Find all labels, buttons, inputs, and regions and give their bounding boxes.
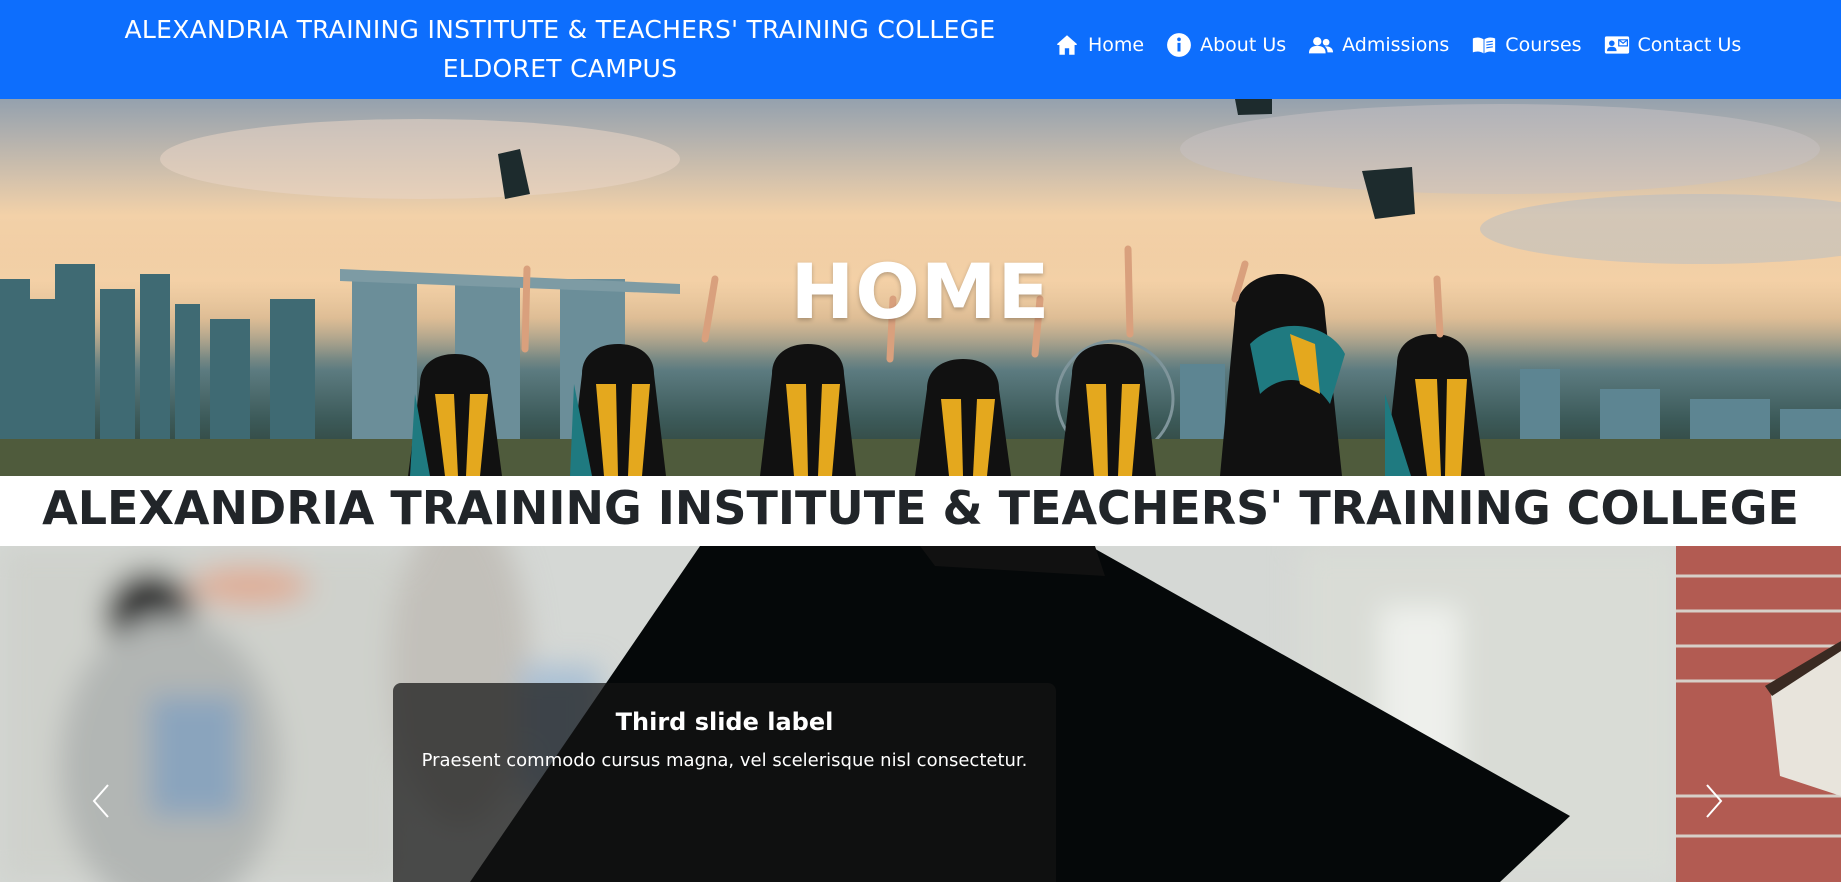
nav-link-courses[interactable]: Courses <box>1471 32 1582 58</box>
chevron-left-icon <box>92 784 109 818</box>
hero-banner: HOME <box>0 99 1841 476</box>
navbar: ALEXANDRIA TRAINING INSTITUTE & TEACHERS… <box>0 0 1841 99</box>
carousel-prev-button[interactable] <box>90 781 130 837</box>
slide-caption-text: Praesent commodo cursus magna, vel scele… <box>421 750 1028 771</box>
hero-title: HOME <box>790 247 1051 336</box>
book-icon <box>1471 32 1497 58</box>
info-icon <box>1166 32 1192 58</box>
nav-link-admissions[interactable]: Admissions <box>1308 32 1449 58</box>
users-icon <box>1308 32 1334 58</box>
nav-link-label: Contact Us <box>1637 34 1742 56</box>
nav-link-contact[interactable]: Contact Us <box>1604 32 1742 58</box>
nav-link-label: About Us <box>1200 34 1287 56</box>
image-carousel: Third slide label Praesent commodo cursu… <box>0 546 1841 882</box>
brand-line-1: ALEXANDRIA TRAINING INSTITUTE & TEACHERS… <box>124 15 996 44</box>
page-heading: ALEXANDRIA TRAINING INSTITUTE & TEACHERS… <box>42 481 1799 535</box>
site-brand[interactable]: ALEXANDRIA TRAINING INSTITUTE & TEACHERS… <box>96 10 1024 88</box>
slide-caption-title: Third slide label <box>615 708 834 736</box>
nav-links: Home About Us Admissions Courses Contact… <box>1054 28 1763 62</box>
nav-link-label: Home <box>1088 34 1145 56</box>
nav-link-label: Admissions <box>1342 34 1450 56</box>
slide-caption: Third slide label Praesent commodo cursu… <box>393 683 1056 882</box>
carousel-next-button[interactable] <box>1703 781 1743 837</box>
nav-link-label: Courses <box>1505 34 1582 56</box>
home-icon <box>1054 32 1080 58</box>
nav-link-about[interactable]: About Us <box>1166 32 1286 58</box>
contact-card-icon <box>1604 32 1630 58</box>
brand-line-2: ELDORET CAMPUS <box>442 54 678 83</box>
chevron-right-icon <box>1706 784 1723 818</box>
nav-link-home[interactable]: Home <box>1054 32 1144 58</box>
